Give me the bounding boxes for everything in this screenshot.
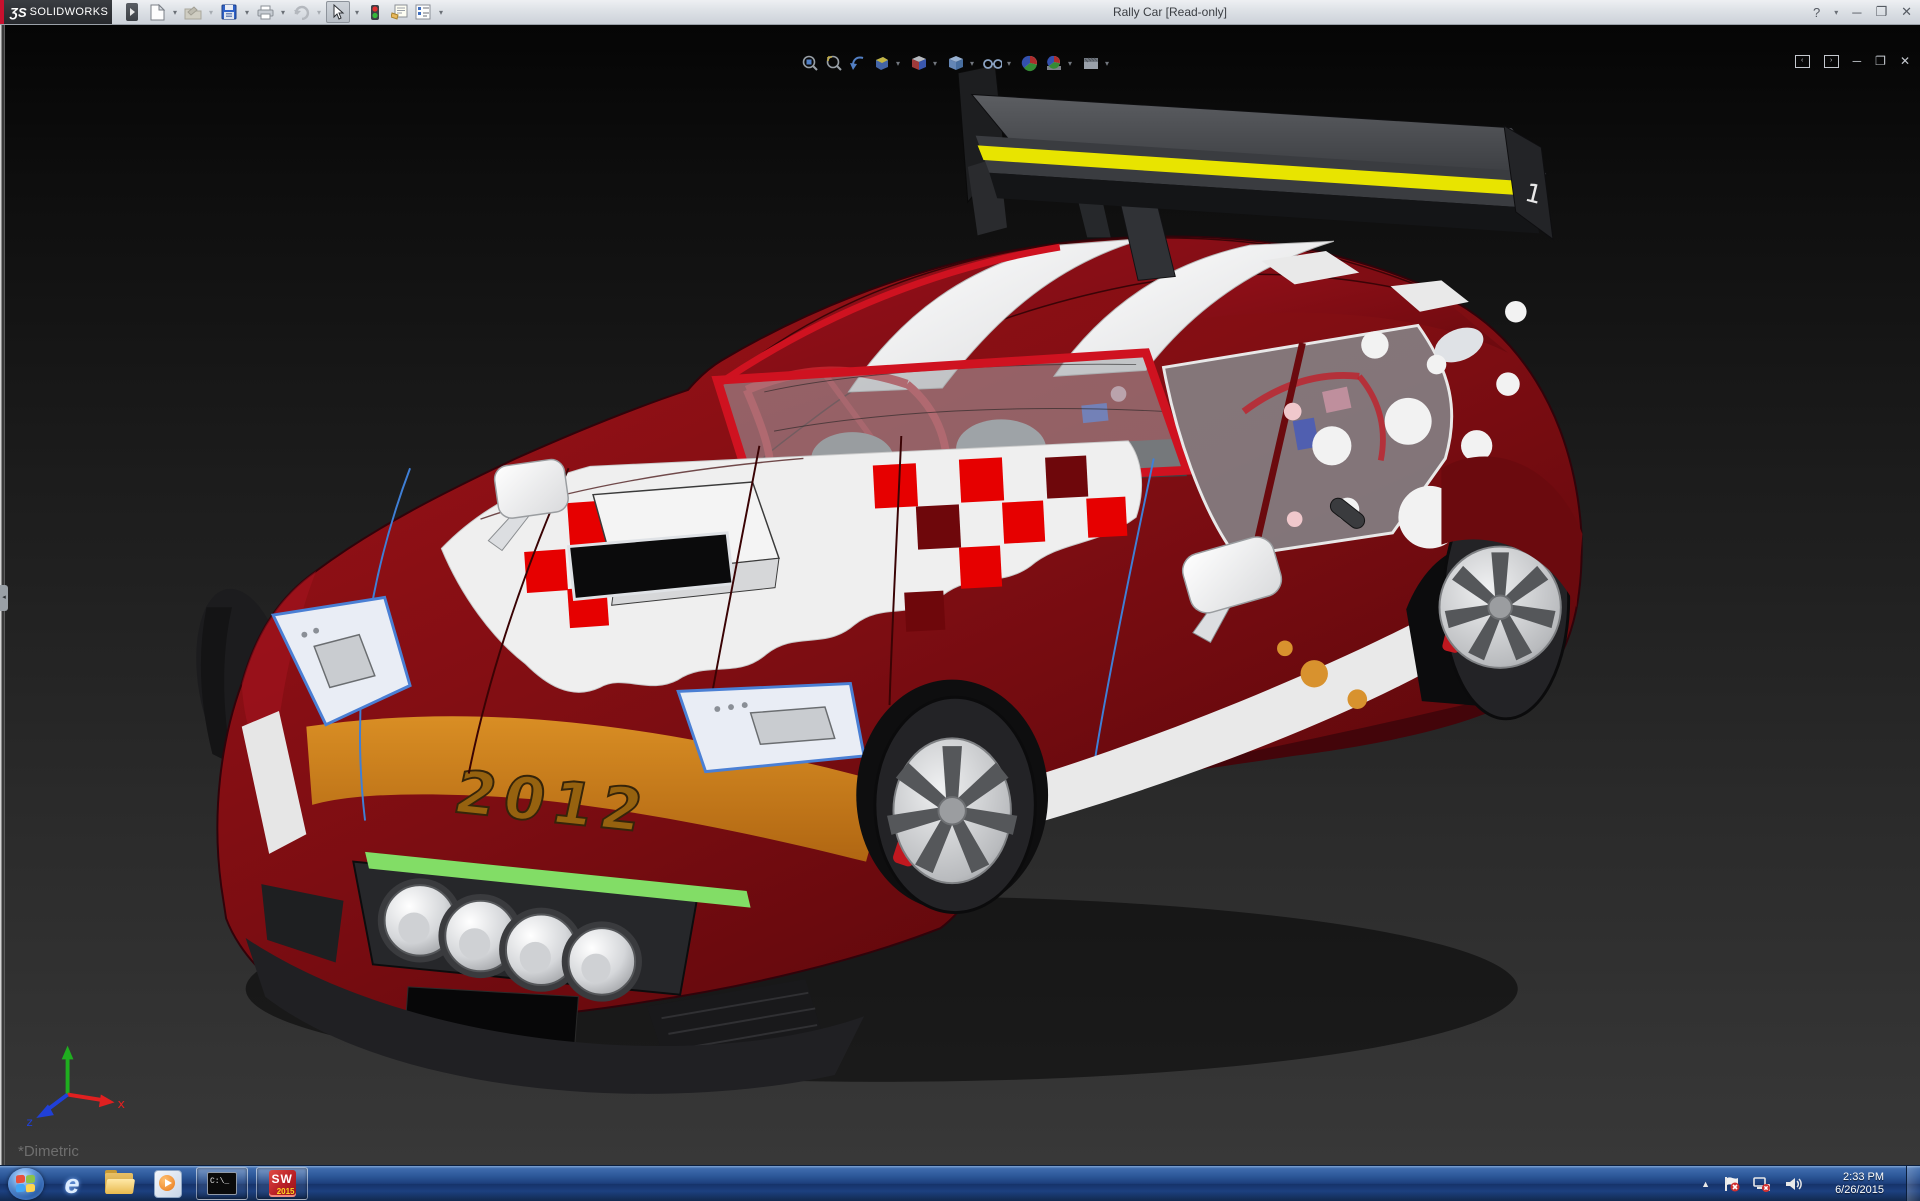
triad-z-label: z (26, 1115, 32, 1129)
feature-manager-collapse-tab[interactable]: ◂ (0, 585, 8, 611)
minimize-document-button[interactable]: ─ (1853, 54, 1862, 68)
section-view-button[interactable] (872, 54, 891, 73)
undo-dropdown[interactable]: ▾ (314, 2, 324, 22)
solidworks-icon: SW 2015 (269, 1170, 296, 1197)
hide-show-items-button[interactable] (983, 54, 1002, 73)
previous-pane-icon[interactable]: ‹ (1795, 55, 1810, 68)
media-player-icon (154, 1170, 182, 1198)
new-document-button[interactable] (146, 2, 168, 22)
taskbar-item-command-prompt[interactable]: C:\_ (196, 1167, 248, 1200)
internet-explorer-icon: e (64, 1169, 79, 1199)
view-orientation-dropdown[interactable]: ▾ (933, 59, 941, 68)
open-icon (184, 5, 202, 20)
print-icon (257, 5, 274, 20)
select-button[interactable] (326, 1, 350, 23)
display-style-button[interactable] (946, 54, 965, 73)
folder-icon (105, 1173, 135, 1195)
display-style-dropdown[interactable]: ▾ (970, 59, 978, 68)
taskbar-item-solidworks[interactable]: SW 2015 (256, 1167, 308, 1200)
network-status-icon[interactable] (1752, 1175, 1772, 1193)
show-desktop-button[interactable] (1906, 1166, 1920, 1201)
rebuild-button[interactable] (364, 2, 386, 22)
help-dropdown[interactable]: ▾ (1834, 8, 1838, 17)
zoom-to-fit-button[interactable] (800, 54, 819, 73)
windows-logo-icon (16, 1175, 36, 1193)
undo-button[interactable] (290, 2, 312, 22)
file-properties-button[interactable] (388, 2, 410, 22)
section-view-dropdown[interactable]: ▾ (896, 59, 904, 68)
volume-icon[interactable] (1784, 1175, 1804, 1193)
print-dropdown[interactable]: ▾ (278, 2, 288, 22)
window-controls: ? ▾ ─ ❐ ✕ (1813, 0, 1912, 24)
triad-x-label: x (117, 1096, 125, 1111)
system-tray: ▲ 2:33 PM 6/26/2015 (1701, 1166, 1920, 1201)
view-orientation-button[interactable] (909, 54, 928, 73)
graphics-viewport[interactable]: 2012 (0, 25, 1920, 1165)
model-scene[interactable]: 2012 (0, 25, 1920, 1165)
view-settings-dropdown[interactable]: ▾ (1105, 59, 1113, 68)
document-title: Rally Car [Read-only] (1000, 0, 1340, 24)
taskbar: e C:\_ SW 2015 ▲ 2:33 PM 6/26/2015 (0, 1165, 1920, 1201)
logo-text: SOLIDWORKS (30, 6, 109, 18)
minimize-button[interactable]: ─ (1852, 5, 1861, 20)
taskbar-item-media-player[interactable] (148, 1167, 188, 1200)
action-center-flag-icon[interactable] (1722, 1175, 1740, 1193)
open-dropdown[interactable]: ▾ (206, 2, 216, 22)
rebuild-traffic-light-icon (370, 4, 380, 21)
document-pane-controls: ‹ › ─ ❐ ✕ (1795, 54, 1910, 68)
standard-toolbar: ▾ ▾ ▾ ▾ ▾ ▾ ▾ (146, 1, 446, 23)
title-bar: ƷS SOLIDWORKS ▾ ▾ ▾ ▾ ▾ ▾ ▾ Rally Ca (0, 0, 1920, 25)
start-button[interactable] (8, 1168, 44, 1200)
solidworks-logo: ƷS SOLIDWORKS (0, 0, 112, 24)
previous-view-button[interactable] (848, 54, 867, 73)
taskbar-item-internet-explorer[interactable]: e (52, 1167, 92, 1200)
undo-icon (293, 5, 310, 20)
zoom-to-area-button[interactable] (824, 54, 843, 73)
close-document-button[interactable]: ✕ (1900, 54, 1910, 68)
save-icon (221, 4, 237, 20)
orientation-triad: x z (26, 1046, 125, 1129)
options-button[interactable] (412, 2, 434, 22)
restore-button[interactable]: ❐ (1875, 4, 1887, 20)
hide-show-items-dropdown[interactable]: ▾ (1007, 59, 1015, 68)
new-dropdown[interactable]: ▾ (170, 2, 180, 22)
command-prompt-icon: C:\_ (207, 1172, 237, 1195)
edit-appearance-button[interactable] (1020, 54, 1039, 73)
new-document-icon (150, 4, 165, 21)
taskbar-clock[interactable]: 2:33 PM 6/26/2015 (1818, 1171, 1884, 1197)
show-hidden-icons-button[interactable]: ▲ (1701, 1179, 1710, 1189)
save-dropdown[interactable]: ▾ (242, 2, 252, 22)
next-pane-icon[interactable]: › (1824, 55, 1839, 68)
right-headlight[interactable] (678, 684, 864, 772)
close-button[interactable]: ✕ (1901, 4, 1912, 20)
apply-scene-button[interactable] (1044, 54, 1063, 73)
heads-up-view-toolbar: ▾ ▾ ▾ ▾ ▾ ▾ (800, 53, 1113, 73)
file-properties-icon (391, 4, 408, 20)
select-cursor-icon (332, 4, 345, 20)
print-button[interactable] (254, 2, 276, 22)
help-button[interactable]: ? (1813, 5, 1820, 20)
options-icon (415, 4, 432, 20)
logo-red-accent (0, 0, 4, 24)
view-orientation-label: *Dimetric (18, 1143, 79, 1160)
options-dropdown[interactable]: ▾ (436, 2, 446, 22)
open-button[interactable] (182, 2, 204, 22)
save-button[interactable] (218, 2, 240, 22)
restore-document-button[interactable]: ❐ (1875, 54, 1886, 68)
logo-mark: ƷS (10, 5, 27, 20)
view-settings-button[interactable] (1081, 54, 1100, 73)
select-dropdown[interactable]: ▾ (352, 2, 362, 22)
hood-scoop (569, 482, 779, 605)
taskbar-item-windows-explorer[interactable] (100, 1167, 140, 1200)
toolbar-flyout-arrow[interactable] (126, 3, 138, 21)
clock-date: 6/26/2015 (1818, 1184, 1884, 1197)
apply-scene-dropdown[interactable]: ▾ (1068, 59, 1076, 68)
clock-time: 2:33 PM (1818, 1171, 1884, 1184)
